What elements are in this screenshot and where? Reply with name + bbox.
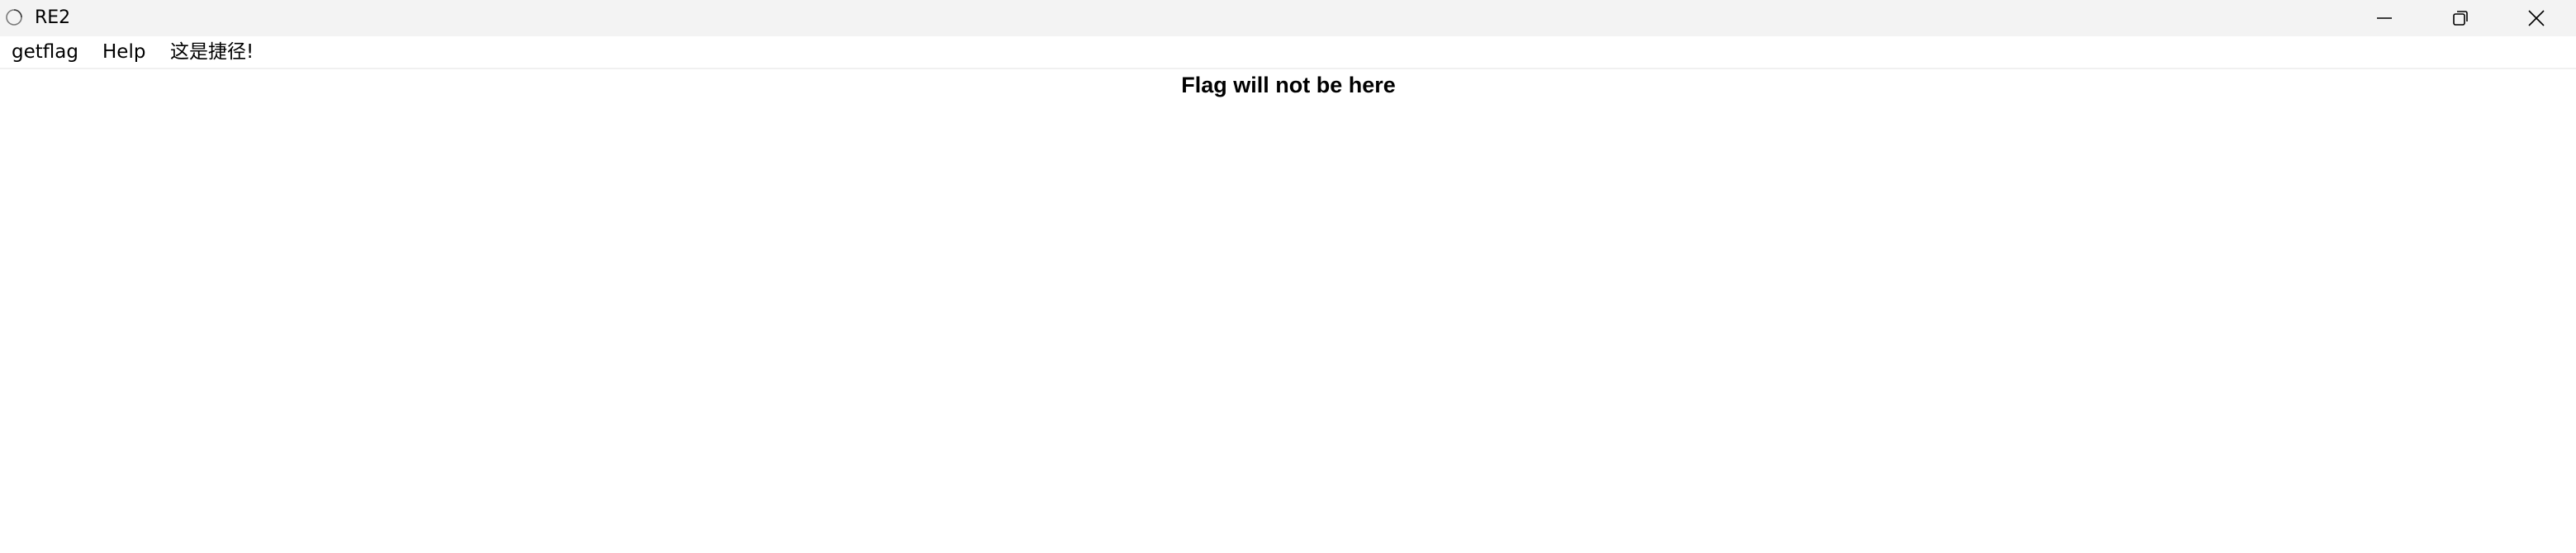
app-icon bbox=[5, 8, 23, 26]
minimize-icon bbox=[2375, 9, 2393, 27]
close-icon bbox=[2527, 9, 2545, 27]
app-window: RE2 getflag Help 这是捷径! Flag will not be … bbox=[0, 0, 2576, 553]
flag-message-label: Flag will not be here bbox=[1181, 73, 1396, 97]
menu-item-help[interactable]: Help bbox=[102, 40, 145, 64]
menu-item-getflag[interactable]: getflag bbox=[12, 40, 78, 64]
menu-item-shortcut[interactable]: 这是捷径! bbox=[170, 40, 254, 64]
title-bar[interactable]: RE2 bbox=[0, 0, 2576, 36]
restore-icon bbox=[2451, 9, 2469, 27]
maximize-button[interactable] bbox=[2422, 0, 2498, 36]
close-button[interactable] bbox=[2498, 0, 2574, 36]
window-title: RE2 bbox=[35, 7, 71, 28]
menu-bar: getflag Help 这是捷径! bbox=[0, 36, 2576, 69]
minimize-button[interactable] bbox=[2346, 0, 2422, 36]
